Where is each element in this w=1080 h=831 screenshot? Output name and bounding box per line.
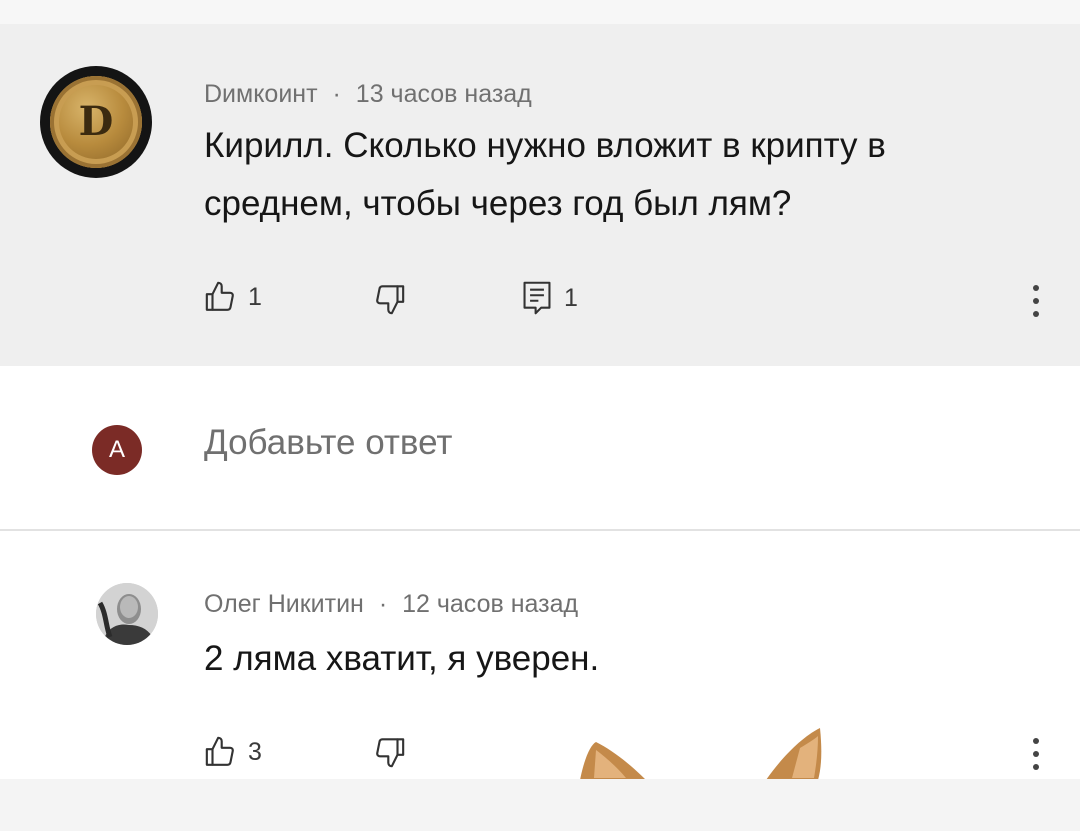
comment1-more-button[interactable]: [1032, 285, 1040, 324]
comment1-like-count: 1: [248, 282, 262, 311]
thumbs-up-icon: [204, 280, 238, 314]
person-photo: [96, 583, 158, 645]
cat-ears-image: [580, 728, 822, 780]
reply-box: [0, 366, 1080, 529]
comment1-like-button[interactable]: 1: [204, 280, 262, 314]
comment1-text-line2: среднем, чтобы через год был лям?: [204, 184, 792, 223]
comment2-time[interactable]: 12 часов назад: [402, 590, 578, 618]
comment2-text: 2 ляма хватит, я уверен.: [204, 639, 600, 678]
reply-icon: [520, 280, 554, 316]
coin-letter: D: [78, 98, 114, 145]
comment2-more-button[interactable]: [1032, 738, 1040, 777]
more-vert-icon: [1032, 285, 1040, 317]
comment1-meta: Dимкоинт · 13 часов назад: [204, 80, 532, 109]
thumbs-down-icon: [372, 282, 406, 316]
comment1-reply-count: 1: [564, 283, 578, 312]
comment2-like-button[interactable]: 3: [204, 735, 262, 769]
coin-logo: D: [50, 76, 142, 168]
meta-separator: ·: [378, 590, 388, 618]
comment1-text-line1: Кирилл. Сколько нужно вложит в крипту в: [204, 126, 886, 165]
comment2-meta: Олег Никитин · 12 часов назад: [204, 590, 578, 619]
top-strip: [0, 0, 1080, 24]
thumbs-up-icon: [204, 735, 238, 769]
avatar-dimcoint[interactable]: D: [40, 66, 152, 178]
thumbs-down-icon: [372, 735, 406, 769]
comment1-author[interactable]: Dимкоинт: [204, 80, 318, 108]
add-reply-input[interactable]: Добавьте ответ: [204, 423, 452, 463]
comment2-author[interactable]: Олег Никитин: [204, 590, 364, 618]
comment2-dislike-button[interactable]: [372, 735, 406, 769]
more-vert-icon: [1032, 738, 1040, 770]
comment1-time[interactable]: 13 часов назад: [356, 80, 532, 108]
comment1-reply-button[interactable]: 1: [520, 280, 578, 316]
meta-separator: ·: [332, 80, 341, 108]
avatar-oleg[interactable]: [96, 583, 158, 645]
avatar-current-user[interactable]: A: [92, 425, 142, 475]
bottom-strip: [0, 779, 1080, 831]
comment1-dislike-button[interactable]: [372, 282, 406, 316]
comment2-like-count: 3: [248, 737, 262, 766]
